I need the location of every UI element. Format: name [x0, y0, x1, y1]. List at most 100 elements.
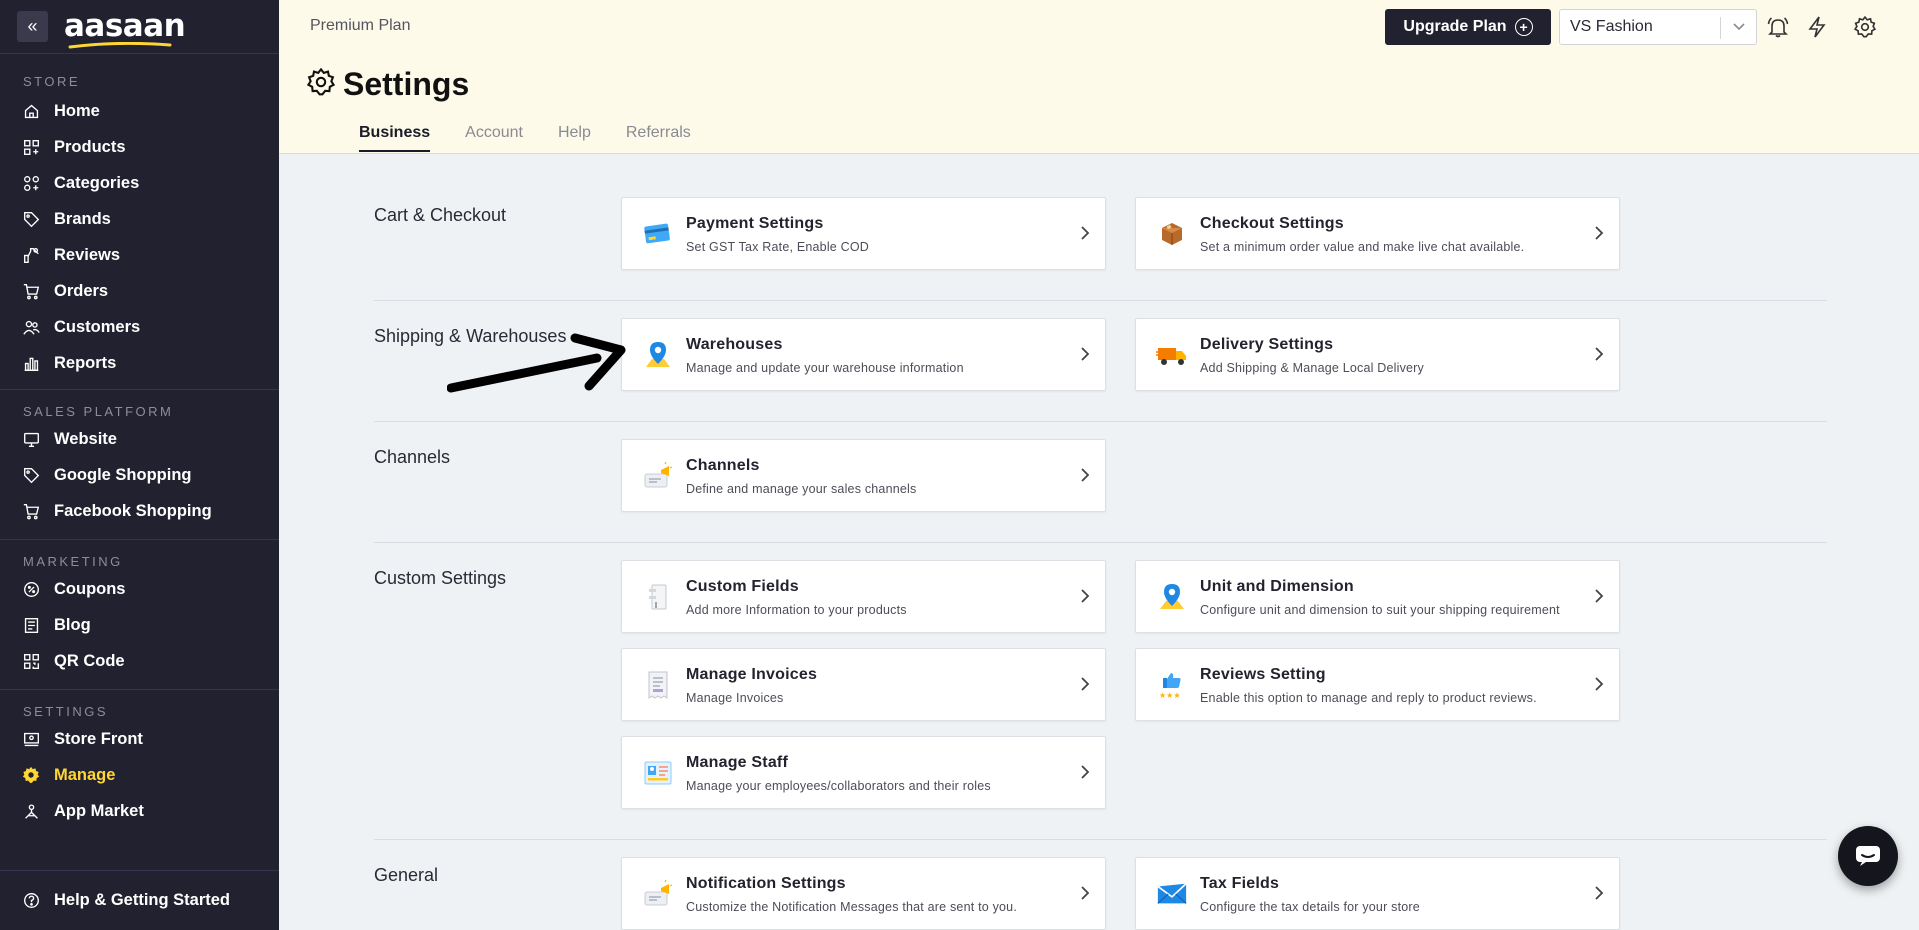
- monitor-icon: [22, 430, 40, 448]
- gear-icon[interactable]: [1852, 14, 1878, 40]
- chevron-down-icon: [1732, 16, 1746, 41]
- card-manage-staff[interactable]: Manage Staff Manage your employees/colla…: [621, 736, 1106, 809]
- section-divider: [374, 839, 1827, 840]
- chevron-right-icon: [1595, 347, 1604, 361]
- logo-swoosh-icon: [68, 42, 172, 49]
- sidebar-item-blog[interactable]: Blog: [0, 607, 279, 643]
- select-separator: [1720, 17, 1721, 39]
- blog-icon: [22, 616, 40, 634]
- reviews-icon: [22, 246, 40, 264]
- categories-icon: [22, 174, 40, 192]
- store-select[interactable]: VS Fashion: [1559, 9, 1757, 45]
- sidebar-item-customers[interactable]: Customers: [0, 309, 279, 345]
- credit-card-icon: [642, 218, 674, 250]
- sidebar-item-website[interactable]: Website: [0, 421, 279, 457]
- coupon-icon: [22, 580, 40, 598]
- card-unit-and-dimension[interactable]: Unit and Dimension Configure unit and di…: [1135, 560, 1620, 633]
- chevron-right-icon: [1595, 886, 1604, 900]
- card-warehouses[interactable]: Warehouses Manage and update your wareho…: [621, 318, 1106, 391]
- sidebar-item-products[interactable]: Products: [0, 129, 279, 165]
- chevron-right-icon: [1081, 589, 1090, 603]
- tab-account[interactable]: Account: [465, 124, 523, 152]
- tab-referrals[interactable]: Referrals: [626, 124, 691, 152]
- products-icon: [22, 138, 40, 156]
- section-title-custom-settings: Custom Settings: [374, 568, 507, 588]
- sidebar-item-store-front[interactable]: Store Front: [0, 721, 279, 757]
- sidebar-item-facebook-shopping[interactable]: Facebook Shopping: [0, 493, 279, 529]
- page-title-text: Settings: [343, 66, 470, 102]
- section-divider: [374, 542, 1827, 543]
- svg-text:★★★: ★★★: [1159, 691, 1181, 700]
- sidebar-item-categories[interactable]: Categories: [0, 165, 279, 201]
- tag-icon: [22, 210, 40, 228]
- chevron-right-icon: [1081, 226, 1090, 240]
- chevron-right-icon: [1081, 886, 1090, 900]
- card-reviews-setting[interactable]: ★★★ Reviews Setting Enable this option t…: [1135, 648, 1620, 721]
- tab-business[interactable]: Business: [359, 124, 431, 152]
- sidebar-header: « aasaan: [0, 0, 279, 54]
- plan-label: Premium Plan: [310, 17, 411, 34]
- chat-button[interactable]: [1838, 826, 1898, 886]
- sidebar-item-manage[interactable]: Manage: [0, 757, 279, 793]
- chat-bubble-icon: [1856, 846, 1880, 866]
- section-title-channels: Channels: [374, 447, 451, 467]
- invoice-icon: [642, 669, 674, 701]
- cart-icon: [22, 502, 40, 520]
- lightning-icon[interactable]: [1804, 14, 1830, 40]
- sidebar-section-settings: SETTINGS: [23, 704, 109, 719]
- sidebar-section-store: STORE: [23, 74, 81, 89]
- gear-icon: [306, 67, 336, 101]
- thumbs-up-icon: ★★★: [1156, 669, 1188, 701]
- plus-circle-icon: +: [1514, 18, 1533, 36]
- envelope-icon: [1156, 878, 1188, 910]
- annotation-arrow-icon: [447, 333, 626, 393]
- tab-help[interactable]: Help: [558, 124, 591, 152]
- help-icon: [22, 891, 40, 909]
- qr-code-icon: [22, 652, 40, 670]
- sidebar-item-home[interactable]: Home: [0, 93, 279, 129]
- app-market-icon: [22, 802, 40, 820]
- settings-content: Cart & Checkout Payment Settings Set GST…: [279, 155, 1919, 930]
- sidebar-item-help[interactable]: Help & Getting Started: [0, 882, 279, 918]
- sidebar-section-marketing: MARKETING: [23, 554, 123, 569]
- section-title-cart-checkout: Cart & Checkout: [374, 205, 507, 225]
- chevron-right-icon: [1595, 226, 1604, 240]
- bar-chart-icon: [22, 354, 40, 372]
- sidebar-item-qr-code[interactable]: QR Code: [0, 643, 279, 679]
- chevron-right-icon: [1081, 677, 1090, 691]
- sidebar-item-brands[interactable]: Brands: [0, 201, 279, 237]
- card-custom-fields[interactable]: Custom Fields Add more Information to yo…: [621, 560, 1106, 633]
- sidebar-divider: [0, 870, 279, 871]
- custom-fields-icon: [642, 581, 674, 613]
- card-tax-fields[interactable]: Tax Fields Configure the tax details for…: [1135, 857, 1620, 930]
- chevron-right-icon: [1081, 468, 1090, 482]
- collapse-sidebar-button[interactable]: «: [17, 11, 48, 42]
- card-checkout-settings[interactable]: Checkout Settings Set a minimum order va…: [1135, 197, 1620, 270]
- map-pin-icon: [1156, 581, 1188, 613]
- map-pin-icon: [642, 339, 674, 371]
- sidebar-item-reviews[interactable]: Reviews: [0, 237, 279, 273]
- card-channels[interactable]: Channels Define and manage your sales ch…: [621, 439, 1106, 512]
- home-icon: [22, 102, 40, 120]
- staff-board-icon: [642, 757, 674, 789]
- megaphone-icon: [642, 460, 674, 492]
- sidebar-item-google-shopping[interactable]: Google Shopping: [0, 457, 279, 493]
- settings-header: Premium Plan Upgrade Plan + VS Fashion S…: [279, 0, 1919, 154]
- bell-icon[interactable]: [1765, 14, 1791, 40]
- logo[interactable]: aasaan: [64, 11, 186, 49]
- package-box-icon: [1156, 218, 1188, 250]
- tag-icon: [22, 466, 40, 484]
- upgrade-plan-button[interactable]: Upgrade Plan +: [1385, 9, 1551, 45]
- gear-icon: [22, 766, 40, 784]
- card-payment-settings[interactable]: Payment Settings Set GST Tax Rate, Enabl…: [621, 197, 1106, 270]
- sidebar-item-coupons[interactable]: Coupons: [0, 571, 279, 607]
- card-delivery-settings[interactable]: Delivery Settings Add Shipping & Manage …: [1135, 318, 1620, 391]
- sidebar-item-reports[interactable]: Reports: [0, 345, 279, 381]
- section-divider: [374, 421, 1827, 422]
- sidebar: « aasaan STORE Home Products Categories …: [0, 0, 279, 930]
- sidebar-item-app-market[interactable]: App Market: [0, 793, 279, 829]
- card-notification-settings[interactable]: Notification Settings Customize the Noti…: [621, 857, 1106, 930]
- card-manage-invoices[interactable]: Manage Invoices Manage Invoices: [621, 648, 1106, 721]
- sidebar-item-orders[interactable]: Orders: [0, 273, 279, 309]
- section-divider: [374, 300, 1827, 301]
